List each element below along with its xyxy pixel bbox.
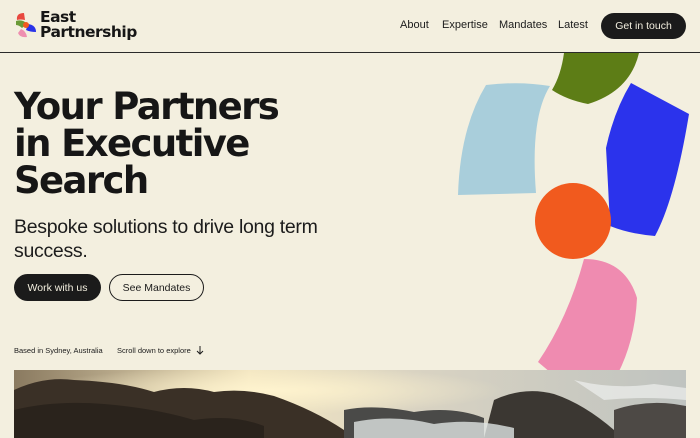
scroll-hint-label: Scroll down to explore bbox=[117, 346, 191, 355]
nav-link-latest[interactable]: Latest bbox=[558, 19, 588, 31]
brand-name: East Partnership bbox=[40, 10, 137, 39]
hero-photo bbox=[14, 370, 686, 438]
logo-mark-icon bbox=[16, 13, 36, 38]
nav-link-about[interactable]: About bbox=[400, 19, 429, 31]
hero-title: Your Partners in Executive Search bbox=[14, 88, 334, 199]
work-with-us-button[interactable]: Work with us bbox=[14, 274, 101, 301]
hero-subtitle: Bespoke solutions to drive long term suc… bbox=[14, 216, 318, 262]
get-in-touch-button[interactable]: Get in touch bbox=[601, 13, 686, 39]
shape-blue bbox=[606, 83, 689, 236]
arrow-down-icon bbox=[196, 346, 204, 355]
decorative-shapes bbox=[458, 53, 689, 409]
see-mandates-button[interactable]: See Mandates bbox=[109, 274, 204, 301]
brand-name-line2: Partnership bbox=[40, 22, 137, 41]
scroll-hint[interactable]: Scroll down to explore bbox=[117, 346, 204, 355]
shape-light-blue bbox=[458, 83, 550, 195]
coastal-rocks-image bbox=[14, 370, 686, 438]
site-header: East Partnership About Expertise Mandate… bbox=[0, 0, 700, 53]
nav-link-mandates[interactable]: Mandates bbox=[499, 19, 547, 31]
hero-title-line: Search bbox=[14, 159, 149, 202]
hero-title-line: in Executive bbox=[14, 122, 250, 165]
shape-orange-circle bbox=[535, 183, 611, 259]
brand-logo[interactable]: East Partnership bbox=[14, 10, 144, 42]
location-text: Based in Sydney, Australia bbox=[14, 346, 103, 355]
nav-link-expertise[interactable]: Expertise bbox=[442, 19, 488, 31]
hero-title-line: Your Partners bbox=[14, 85, 280, 128]
